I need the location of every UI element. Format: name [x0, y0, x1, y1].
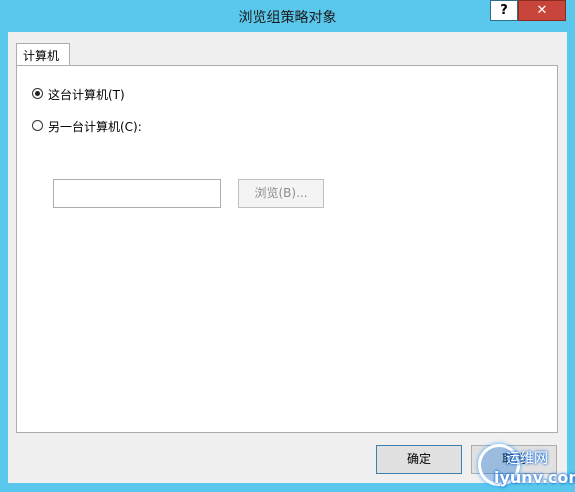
option-another-computer-label: 另一台计算机(C): [48, 120, 142, 134]
ok-button[interactable]: 确定 [376, 445, 462, 474]
dialog-window: 浏览组策略对象 ? ✕ 计算机 这台计算机(T) 另一台计算机(C): 浏览(B… [0, 0, 575, 492]
window-title: 浏览组策略对象 [238, 10, 337, 26]
radio-another-computer[interactable] [32, 120, 43, 131]
help-button[interactable]: ? [490, 0, 518, 21]
dialog-client-area: 计算机 这台计算机(T) 另一台计算机(C): 浏览(B)... 确定 取消 [8, 32, 567, 483]
tab-panel: 这台计算机(T) 另一台计算机(C): 浏览(B)... [16, 65, 558, 433]
cancel-button[interactable]: 取消 [471, 445, 557, 474]
tab-computer[interactable]: 计算机 [16, 43, 70, 65]
computer-name-input[interactable] [53, 179, 221, 208]
close-button[interactable]: ✕ [518, 0, 566, 21]
browse-button: 浏览(B)... [238, 179, 324, 208]
radio-this-computer[interactable] [32, 88, 43, 99]
title-bar[interactable]: 浏览组策略对象 ? ✕ [0, 0, 575, 32]
radio-selected-dot [35, 91, 40, 96]
tab-computer-label: 计算机 [23, 49, 60, 63]
option-this-computer-label: 这台计算机(T) [48, 88, 125, 102]
